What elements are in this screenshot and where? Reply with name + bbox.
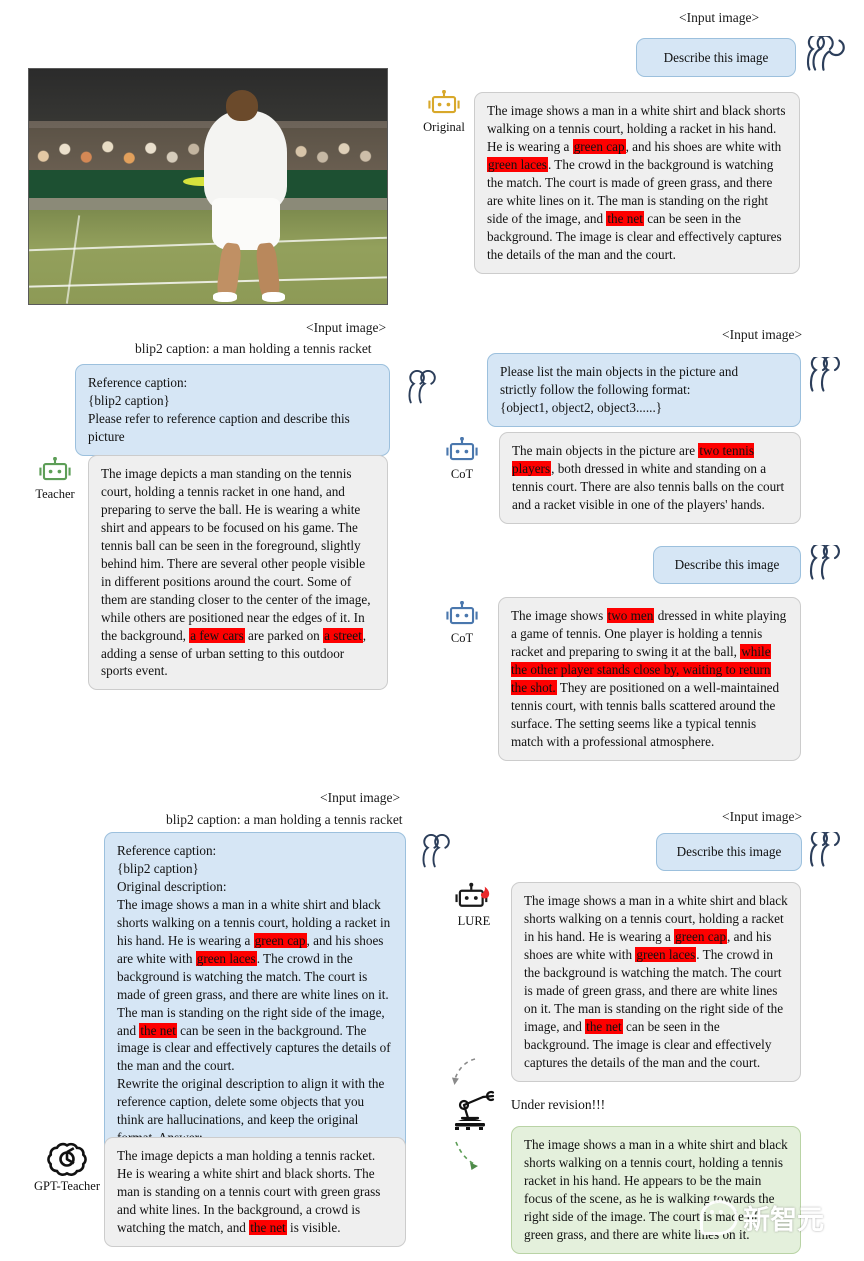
response-text-gpt-teacher: The image depicts a man holding a tennis…: [117, 1148, 381, 1235]
response-text-original: The image shows a man in a white shirt a…: [487, 103, 786, 262]
people-icon: [809, 832, 840, 867]
input-image-label-cot: <Input image>: [722, 327, 803, 342]
user-avatar-gpt-teacher: [418, 834, 458, 876]
prompt-line: Please refer to reference caption and de…: [88, 410, 350, 426]
hallucination-highlight: the net: [585, 1018, 623, 1034]
hallucination-highlight: green cap: [674, 928, 728, 944]
user-avatar-cot-objects: [805, 357, 849, 399]
response-bubble-cot-describe: The image shows two men dressed in white…: [498, 597, 801, 761]
response-bubble-lure: The image shows a man in a white shirt a…: [511, 882, 801, 1082]
response-text-teacher: The image depicts a man standing on the …: [101, 466, 371, 679]
user-avatar-original: [803, 36, 847, 78]
agent-gpt-teacher: GPT-Teacher: [22, 1139, 112, 1194]
response-text-cot-describe: The image shows two men dressed in white…: [511, 608, 787, 749]
input-image-label-lure: <Input image>: [722, 809, 803, 824]
under-revision-label: Under revision!!!: [511, 1097, 606, 1112]
prompt-line: strictly follow the following format:: [500, 381, 691, 397]
figure-root: <Input image> Describe this image Origin…: [0, 0, 864, 1261]
dashed-arrow-down-icon: [455, 1141, 478, 1170]
prompt-bubble-cot-describe[interactable]: Describe this image: [653, 546, 801, 584]
people-icon: [809, 545, 840, 580]
blip2-caption-gpt: blip2 caption: a man holding a tennis ra…: [166, 812, 403, 827]
hallucination-highlight: the net: [249, 1219, 287, 1235]
agent-label-lure: LURE: [457, 914, 491, 928]
openai-logo-icon: [47, 1142, 87, 1176]
prompt-text: Describe this image: [674, 557, 780, 573]
prompt-bubble-cot-objects[interactable]: Please list the main objects in the pict…: [487, 353, 801, 427]
hallucination-highlight: while the other player stands close by, …: [511, 643, 771, 695]
agent-cot-describe: CoT: [436, 601, 488, 646]
robot-icon: [428, 90, 460, 114]
revised-response-bubble: The image shows a man in a white shirt a…: [511, 1126, 801, 1254]
response-bubble-cot-objects: The main objects in the picture are two …: [499, 432, 801, 524]
hallucination-highlight: green laces: [487, 156, 548, 172]
prompt-line: Reference caption:: [88, 375, 188, 390]
hallucination-highlight: a street: [323, 627, 363, 643]
prompt-bubble-teacher[interactable]: Reference caption: {blip2 caption} Pleas…: [75, 364, 390, 456]
hallucination-highlight: green cap: [253, 932, 307, 948]
agent-lure: LURE: [445, 882, 503, 929]
agent-teacher: Teacher: [27, 457, 83, 502]
prompt-text: Describe this image: [676, 844, 782, 860]
prompt-line: {object1, object2, object3......}: [500, 399, 663, 415]
response-text-cot-objects: The main objects in the picture are two …: [512, 443, 785, 512]
revised-response-text: The image shows a man in a white shirt a…: [524, 1137, 788, 1242]
hallucination-highlight: green laces: [195, 950, 257, 966]
prompt-bubble-describe-original[interactable]: Describe this image: [636, 38, 796, 77]
robot-icon: [39, 457, 71, 481]
hallucination-highlight: two tennis players: [512, 443, 754, 476]
agent-cot-objects: CoT: [436, 437, 488, 482]
prompt-line: Please list the main objects in the pict…: [500, 364, 739, 379]
agent-label-gpt-teacher: GPT-Teacher: [34, 1179, 100, 1193]
prompt-line: {blip2 caption}: [88, 392, 170, 408]
agent-label-original: Original: [423, 120, 465, 134]
prompt-bubble-lure[interactable]: Describe this image: [656, 833, 802, 871]
agent-label-cot-describe: CoT: [450, 631, 474, 645]
user-avatar-teacher: [404, 370, 444, 412]
robot-icon: [446, 437, 478, 461]
robot-flame-icon: [455, 882, 490, 907]
robot-arm-icon: [455, 1090, 495, 1130]
people-icon: [809, 357, 840, 392]
prompt-bubble-gpt-teacher[interactable]: Reference caption: {blip2 caption} Origina…: [104, 832, 406, 1158]
input-image-label-gpt: <Input image>: [320, 790, 401, 805]
input-image-label-teacher: <Input image>: [306, 320, 387, 335]
user-avatar-cot-describe: [805, 545, 849, 587]
prompt-text-gpt-teacher: Reference caption: {blip2 caption} Origina…: [117, 843, 391, 1145]
response-bubble-teacher: The image depicts a man standing on the …: [88, 455, 388, 691]
hallucination-highlight: a few cars: [189, 627, 245, 643]
response-text-lure: The image shows a man in a white shirt a…: [524, 893, 788, 1070]
response-bubble-gpt-teacher: The image depicts a man holding a tennis…: [104, 1137, 406, 1247]
revision-icon-wrap: [452, 1088, 506, 1138]
hallucination-highlight: green cap: [572, 138, 626, 154]
response-bubble-original: The image shows a man in a white shirt a…: [474, 92, 800, 274]
input-photo: [28, 68, 388, 305]
input-image-label-original: <Input image>: [679, 10, 760, 25]
hallucination-highlight: green laces: [635, 946, 697, 962]
hallucination-highlight: two men: [606, 608, 655, 623]
prompt-line: picture: [88, 428, 125, 444]
people-icon: [806, 36, 845, 71]
prompt-text: Describe this image: [663, 49, 769, 65]
hallucination-highlight: the net: [606, 210, 644, 226]
hallucination-highlight: the net: [139, 1022, 177, 1038]
robot-icon: [446, 601, 478, 625]
user-avatar-lure: [805, 832, 849, 874]
people-icon: [408, 370, 436, 404]
agent-original: Original: [416, 90, 472, 135]
blip2-caption-teacher: blip2 caption: a man holding a tennis ra…: [135, 341, 372, 356]
agent-label-cot-objects: CoT: [450, 467, 474, 481]
agent-label-teacher: Teacher: [35, 487, 75, 501]
people-icon: [422, 834, 450, 868]
